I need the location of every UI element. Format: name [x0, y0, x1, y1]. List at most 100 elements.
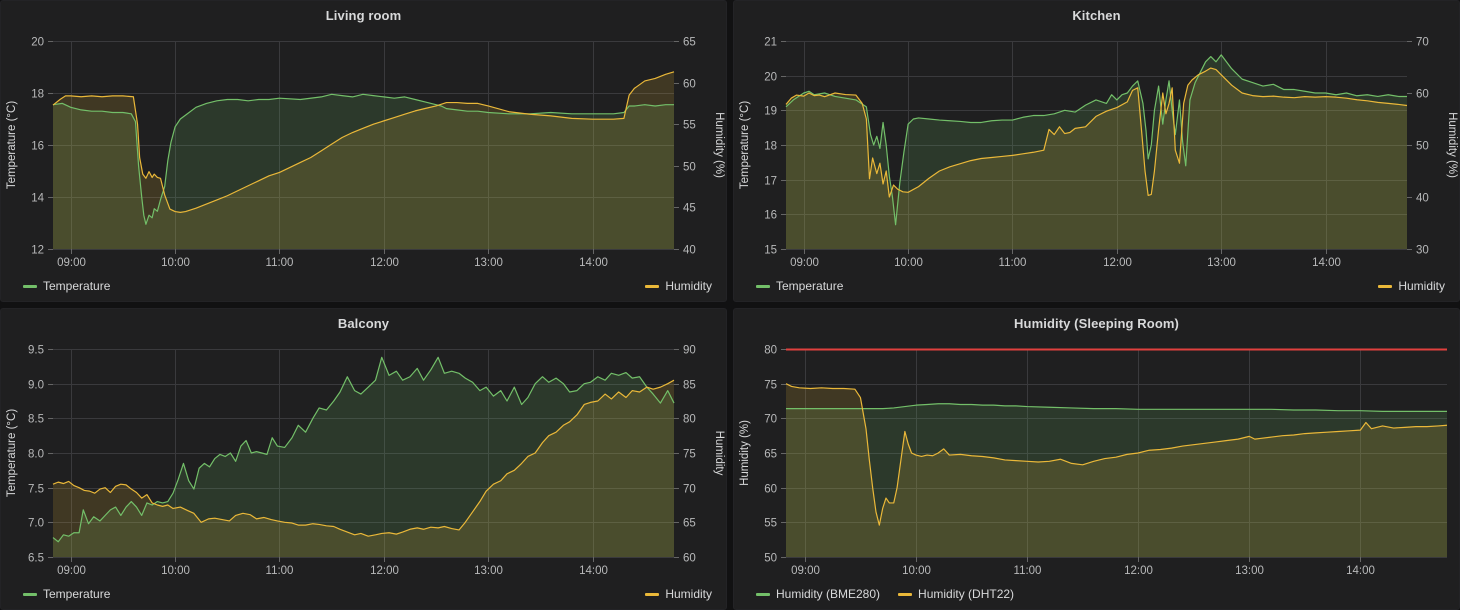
y-axis-tick-label: 8.5: [28, 414, 44, 426]
panel-living-room: Living room 12 14 16 18 20 Temperature (°C) 40 4…: [0, 0, 727, 302]
y-axis-tick-label: 7.0: [28, 518, 44, 530]
x-axis-tick-label: 10:00: [894, 257, 923, 269]
x-axis-tick-label: 14:00: [1312, 257, 1341, 269]
y-axis-tick-label: 9.5: [28, 345, 44, 357]
y2-axis-tick-label: 65: [683, 37, 696, 49]
y-axis-tick-label: 9.0: [28, 380, 44, 392]
y2-axis-tick-label: 55: [683, 120, 696, 132]
y2-axis-tick-label: 90: [683, 345, 696, 357]
y2-axis-tick-label: 70: [1416, 37, 1429, 49]
legend-item[interactable]: Temperature: [23, 279, 110, 293]
graph-area[interactable]: 15 16 17 18 19 20 21 Temperature (°C) 30 40 50 60 70…: [734, 27, 1459, 275]
y2-axis-tick-label: 85: [683, 380, 696, 392]
y2-axis-tick-label: 60: [683, 553, 696, 565]
y-axis-tick-label: 16: [31, 141, 44, 153]
graph-area[interactable]: 6.5 7.0 7.5 8.0 8.5 9.0 9.5 Temperature (°C) 60 6…: [1, 335, 726, 583]
x-axis-tick-label: 13:00: [1207, 257, 1236, 269]
y-axis-tick-label: 6.5: [28, 553, 44, 565]
y2-axis-title: Humidity (%): [713, 112, 725, 178]
legend-item[interactable]: Humidity: [645, 587, 712, 601]
y-axis-title: Humidity (%): [739, 420, 751, 486]
panel-legend: Temperature Humidity: [734, 275, 1459, 301]
y-axis-tick-label: 65: [764, 449, 777, 461]
y2-axis-tick-label: 30: [1416, 245, 1429, 257]
legend-color-swatch-icon: [756, 592, 770, 596]
x-axis-tick-label: 11:00: [266, 565, 294, 577]
legend-color-swatch-icon: [23, 592, 37, 596]
x-axis-tick-label: 12:00: [370, 257, 399, 269]
x-axis-tick-label: 09:00: [790, 257, 819, 269]
panel-title[interactable]: Living room: [1, 1, 726, 27]
y-axis-tick-label: 50: [764, 553, 777, 565]
legend-item[interactable]: Humidity (BME280): [756, 587, 880, 601]
graph-area[interactable]: 50 55 60 65 70 75 80 Humidity (%) 09:00 10:00 11:0…: [734, 335, 1459, 583]
grafana-dashboard: Living room 12 14 16 18 20 Temperature (°C) 40 4…: [0, 0, 1460, 610]
legend-item[interactable]: Humidity: [1378, 279, 1445, 293]
y2-axis-title: Humidity: [713, 431, 725, 476]
x-axis-tick-label: 13:00: [474, 257, 503, 269]
legend-item-label: Temperature: [776, 279, 844, 293]
x-axis-tick-label: 13:00: [474, 565, 503, 577]
legend-color-swatch-icon: [645, 592, 660, 596]
legend-item-label: Humidity (DHT22): [918, 587, 1015, 601]
legend-item-label: Humidity: [665, 279, 712, 293]
graph-area[interactable]: 12 14 16 18 20 Temperature (°C) 40 45 50 55 60 65 Hu…: [1, 27, 726, 275]
legend-item[interactable]: Humidity: [645, 279, 712, 293]
x-axis-tick-label: 11:00: [999, 257, 1027, 269]
legend-item[interactable]: Humidity (DHT22): [898, 587, 1014, 601]
y2-axis-tick-label: 40: [683, 245, 696, 257]
panel-title[interactable]: Balcony: [1, 309, 726, 335]
legend-item-label: Humidity: [665, 587, 712, 601]
panel-title[interactable]: Humidity (Sleeping Room): [734, 309, 1459, 335]
legend-color-swatch-icon: [898, 592, 913, 596]
x-axis-tick-label: 12:00: [1103, 257, 1132, 269]
y-axis-tick-label: 70: [764, 414, 777, 426]
y-axis-tick-label: 14: [31, 193, 44, 205]
y2-axis-tick-label: 45: [683, 203, 696, 215]
panel-balcony: Balcony 6.5 7.0 7.5 8.0 8.5 9.0 9.5 Temperature …: [0, 308, 727, 610]
y-axis-tick-label: 18: [31, 89, 44, 101]
y-axis-tick-label: 20: [31, 37, 44, 49]
y-axis-tick-label: 8.0: [28, 449, 44, 461]
y2-axis-tick-label: 50: [1416, 141, 1429, 153]
legend-item[interactable]: Temperature: [23, 587, 110, 601]
legend-color-swatch-icon: [645, 284, 660, 288]
x-axis-tick-label: 13:00: [1235, 565, 1264, 577]
y2-axis-tick-label: 80: [683, 414, 696, 426]
y2-axis-title: Humidity (%): [1446, 112, 1458, 178]
y2-axis-tick-label: 65: [683, 518, 696, 530]
panel-legend: Humidity (BME280) Humidity (DHT22): [734, 583, 1459, 609]
x-axis-tick-label: 09:00: [57, 565, 86, 577]
x-axis-tick-label: 10:00: [902, 565, 931, 577]
x-axis-tick-label: 12:00: [1124, 565, 1153, 577]
legend-item-label: Humidity (BME280): [776, 587, 881, 601]
y-axis-tick-label: 15: [764, 245, 777, 257]
panel-legend: Temperature Humidity: [1, 275, 726, 301]
legend-item-label: Humidity: [1398, 279, 1445, 293]
y-axis-tick-label: 60: [764, 484, 777, 496]
y-axis-tick-label: 16: [764, 210, 777, 222]
y2-axis-tick-label: 60: [1416, 89, 1429, 101]
y-axis-tick-label: 80: [764, 345, 777, 357]
y-axis-tick-label: 75: [764, 380, 777, 392]
x-axis-tick-label: 10:00: [161, 565, 190, 577]
x-axis-tick-label: 12:00: [370, 565, 399, 577]
y2-axis-tick-label: 70: [683, 484, 696, 496]
y-axis-tick-label: 20: [764, 72, 777, 84]
panel-humidity-sleeping-room: Humidity (Sleeping Room) 50 55 60 65 70 75 80 Hu…: [733, 308, 1460, 610]
y-axis-tick-label: 12: [31, 245, 44, 257]
y-axis-title: Temperature (°C): [739, 101, 751, 189]
panel-title[interactable]: Kitchen: [734, 1, 1459, 27]
y2-axis-tick-label: 40: [1416, 193, 1429, 205]
x-axis-tick-label: 14:00: [579, 257, 608, 269]
legend-color-swatch-icon: [23, 284, 37, 288]
y-axis-tick-label: 17: [764, 176, 777, 188]
legend-item[interactable]: Temperature: [756, 279, 843, 293]
x-axis-tick-label: 09:00: [791, 565, 820, 577]
x-axis-tick-label: 10:00: [161, 257, 190, 269]
y2-axis-tick-label: 50: [683, 162, 696, 174]
legend-color-swatch-icon: [1378, 284, 1393, 288]
panel-kitchen: Kitchen 15 16 17 18 19 20 21 Temperature (°C) 30 4…: [733, 0, 1460, 302]
y-axis-tick-label: 19: [764, 106, 777, 118]
x-axis-tick-label: 11:00: [266, 257, 294, 269]
